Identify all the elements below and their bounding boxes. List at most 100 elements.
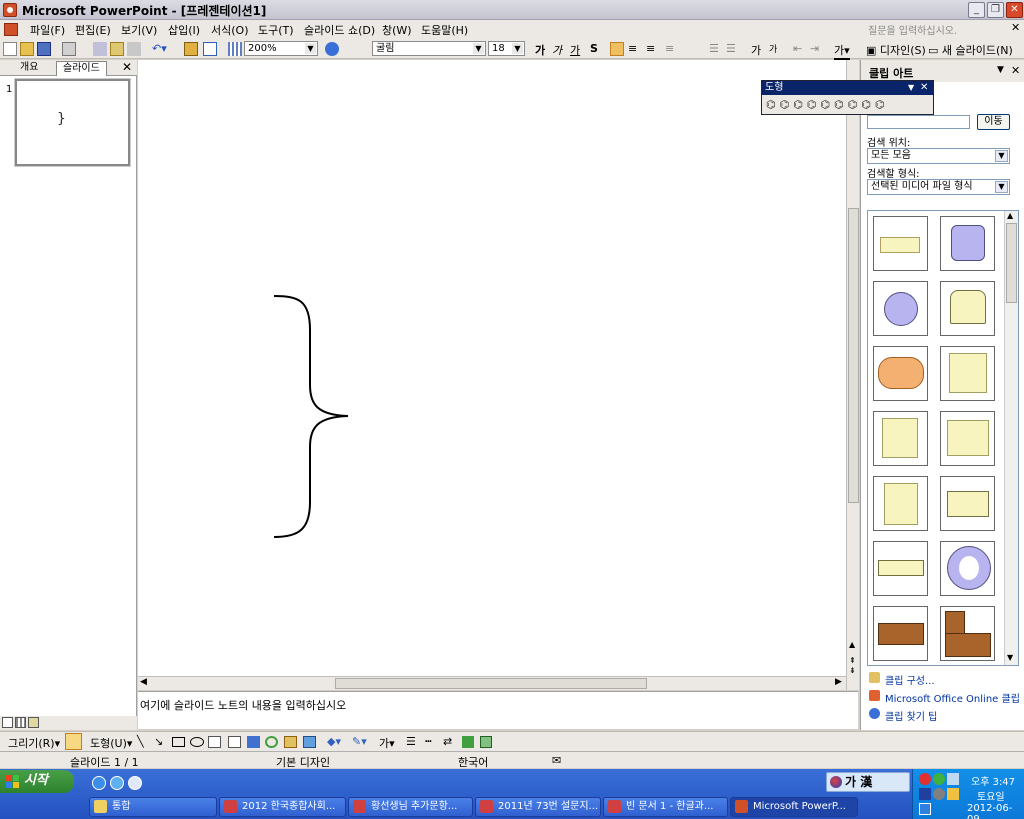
cut-icon[interactable] [93,42,107,56]
start-button[interactable]: 시작 [0,770,74,793]
clipart-icon[interactable] [284,736,297,748]
zoom-select[interactable]: 200% ▼ [244,41,318,56]
menu-edit[interactable]: 편집(E) [75,22,111,38]
quicklaunch-ie-icon[interactable] [92,776,106,790]
shapes-menu[interactable]: 도형(U)▾ [90,735,132,751]
decrease-indent-icon[interactable]: ⇤ [793,42,802,55]
task-button[interactable]: 통합 [89,797,217,817]
scroll-down-arrow-icon[interactable]: ▼ [1007,653,1013,662]
next-slide-icon[interactable]: ⇟ [849,666,856,675]
line-style-icon[interactable]: ☰ [406,735,416,748]
clipart-item[interactable] [940,281,995,336]
scroll-thumb[interactable] [848,208,859,503]
scroll-left-arrow-icon[interactable]: ◀ [140,677,147,687]
format-painter-icon[interactable] [127,42,141,56]
vertical-scrollbar[interactable]: ▲ ⇞ ⇟ [846,60,859,690]
new-slide-button[interactable]: ▭ 새 슬라이드(N) [928,42,1013,58]
task-button[interactable]: 황선생님 추가문항... [348,797,473,817]
gallery-scrollbar[interactable]: ▲ ▼ [1004,211,1018,665]
menu-window[interactable]: 창(W) [382,22,412,38]
line-icon[interactable]: ╲ [137,735,144,748]
security-alert-icon[interactable] [919,773,931,785]
office-online-link[interactable]: Microsoft Office Online 클립 아 [869,690,1023,705]
increase-indent-icon[interactable]: ⇥ [810,42,819,55]
tab-slides[interactable]: 슬라이드 [56,61,107,76]
textbox-icon[interactable] [208,736,221,748]
paste-icon[interactable] [110,42,124,56]
powerpoint-app-icon[interactable] [3,3,17,17]
search-in-select[interactable]: 모든 모음 ▼ [867,148,1010,164]
insert-chart-icon[interactable] [184,42,198,56]
numbering-icon[interactable]: ☰ [709,42,719,55]
clipart-item[interactable] [873,346,928,401]
save-icon[interactable] [37,42,51,56]
notes-pane[interactable]: 여기에 슬라이드 노트의 내용을 입력하십시오 [138,691,858,729]
ime-language-bar[interactable]: 가 漢 [826,772,910,792]
align-center-icon[interactable]: ≡ [628,42,637,55]
insert-table-icon[interactable] [203,42,217,56]
task-button[interactable]: 빈 문서 1 - 한글과... [603,797,728,817]
line-color-icon[interactable]: ✎▾ [352,735,367,748]
shape-tools-row[interactable]: ⌬⌬⌬⌬⌬⌬⌬⌬⌬ [766,98,888,111]
undo-icon[interactable]: ↶▾ [152,42,167,55]
align-right-icon[interactable]: ≡ [646,42,655,55]
clipart-item[interactable] [873,216,928,271]
bullets-icon[interactable]: ☰ [726,42,736,55]
clipart-item[interactable] [873,476,928,531]
slide-canvas[interactable] [138,60,846,676]
grid-icon[interactable] [228,42,242,56]
close-document-icon[interactable]: ✕ [1011,21,1020,34]
menu-format[interactable]: 서식(O) [211,22,248,38]
shadow-style-icon[interactable] [462,736,474,748]
close-icon[interactable]: ✕ [1011,64,1020,77]
clipart-item[interactable] [873,541,928,596]
font-select[interactable]: 굴림 ▼ [372,41,486,56]
network-icon[interactable] [947,773,959,785]
menu-tools[interactable]: 도구(T) [258,22,294,38]
fill-color-icon[interactable]: ◆▾ [327,735,341,748]
tray-app-icon[interactable] [933,773,945,785]
help-question-input[interactable]: 질문을 입력하십시오. [868,22,1008,37]
normal-view-icon[interactable] [2,717,13,728]
menu-help[interactable]: 도움말(H) [421,22,468,38]
chevron-down-icon[interactable]: ▼ [908,81,914,94]
rectangle-icon[interactable] [172,737,185,747]
clipart-item[interactable] [873,281,928,336]
clipart-item[interactable] [940,606,995,661]
decrease-font-icon[interactable]: 가 [769,42,777,55]
minimize-button[interactable]: _ [968,2,985,18]
increase-font-icon[interactable]: 가 [751,42,761,58]
quicklaunch-media-icon[interactable] [128,776,142,790]
dash-style-icon[interactable]: ┅ [425,735,432,748]
tray-app-icon[interactable] [933,788,945,800]
clip-tips-link[interactable]: 클립 찾기 팁 [869,708,937,723]
spellcheck-icon[interactable]: ✉ [552,754,561,767]
tab-outline[interactable]: 개요 [14,61,44,76]
clipart-item[interactable] [940,411,995,466]
arrow-style-icon[interactable]: ⇄ [443,735,452,748]
restore-button[interactable]: ❐ [987,2,1004,18]
right-brace-shape[interactable] [268,290,358,540]
oval-icon[interactable] [190,737,204,747]
font-size-select[interactable]: 18 ▼ [488,41,525,56]
go-button[interactable]: 이동 [977,114,1010,130]
horizontal-scrollbar[interactable]: ◀ ▶ [138,676,846,690]
shapes-floating-toolbar[interactable]: 도형 ▼ ✕ ⌬⌬⌬⌬⌬⌬⌬⌬⌬ [761,80,934,115]
task-button[interactable]: 2012 한국종합사회... [219,797,346,817]
document-icon[interactable] [4,23,18,36]
menu-view[interactable]: 보기(V) [121,22,157,38]
3d-style-icon[interactable] [480,736,492,748]
tray-app-icon[interactable] [919,788,931,800]
clock-time[interactable]: 오후 3:47 [971,773,1015,788]
quicklaunch-browser-icon[interactable] [110,776,124,790]
font-color-icon[interactable]: 가▾ [834,42,850,60]
task-button-active[interactable]: Microsoft PowerP... [730,797,858,817]
close-icon[interactable]: ✕ [122,60,132,74]
search-input[interactable] [867,115,970,129]
clipart-item[interactable] [873,411,928,466]
clipart-item[interactable] [940,216,995,271]
italic-icon[interactable]: 가 [552,42,562,58]
help-icon[interactable] [325,42,339,56]
menu-insert[interactable]: 삽입(I) [168,22,200,38]
print-icon[interactable] [62,42,76,56]
